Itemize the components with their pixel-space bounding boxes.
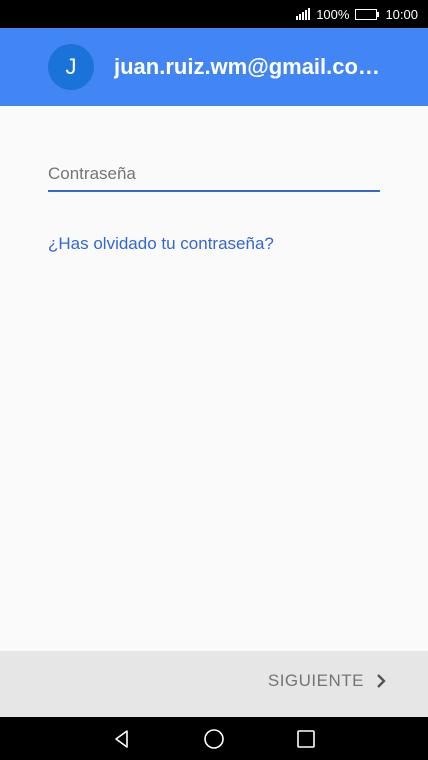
- clock: 10:00: [385, 6, 418, 22]
- password-input[interactable]: [48, 158, 380, 192]
- sign-in-content: ¿Has olvidado tu contraseña?: [0, 106, 428, 651]
- nav-home-icon[interactable]: [202, 727, 226, 751]
- nav-recents-icon[interactable]: [294, 727, 318, 751]
- chevron-right-icon: [377, 674, 386, 688]
- nav-back-icon[interactable]: [110, 727, 134, 751]
- status-bar: 100% 10:00: [0, 0, 428, 28]
- account-email: juan.ruiz.wm@gmail.co…: [114, 54, 380, 79]
- next-button[interactable]: SIGUIENTE: [268, 671, 388, 691]
- battery-percent: 100%: [316, 6, 350, 22]
- footer-bar: SIGUIENTE: [0, 651, 428, 717]
- account-header: J juan.ruiz.wm@gmail.co…: [0, 28, 428, 106]
- next-button-label: SIGUIENTE: [267, 671, 364, 690]
- battery-icon: [355, 8, 380, 20]
- forgot-password-link[interactable]: ¿Has olvidado tu contraseña?: [48, 234, 274, 254]
- signal-icon: [296, 8, 311, 20]
- avatar: J: [48, 44, 94, 90]
- system-nav-bar: [0, 717, 428, 760]
